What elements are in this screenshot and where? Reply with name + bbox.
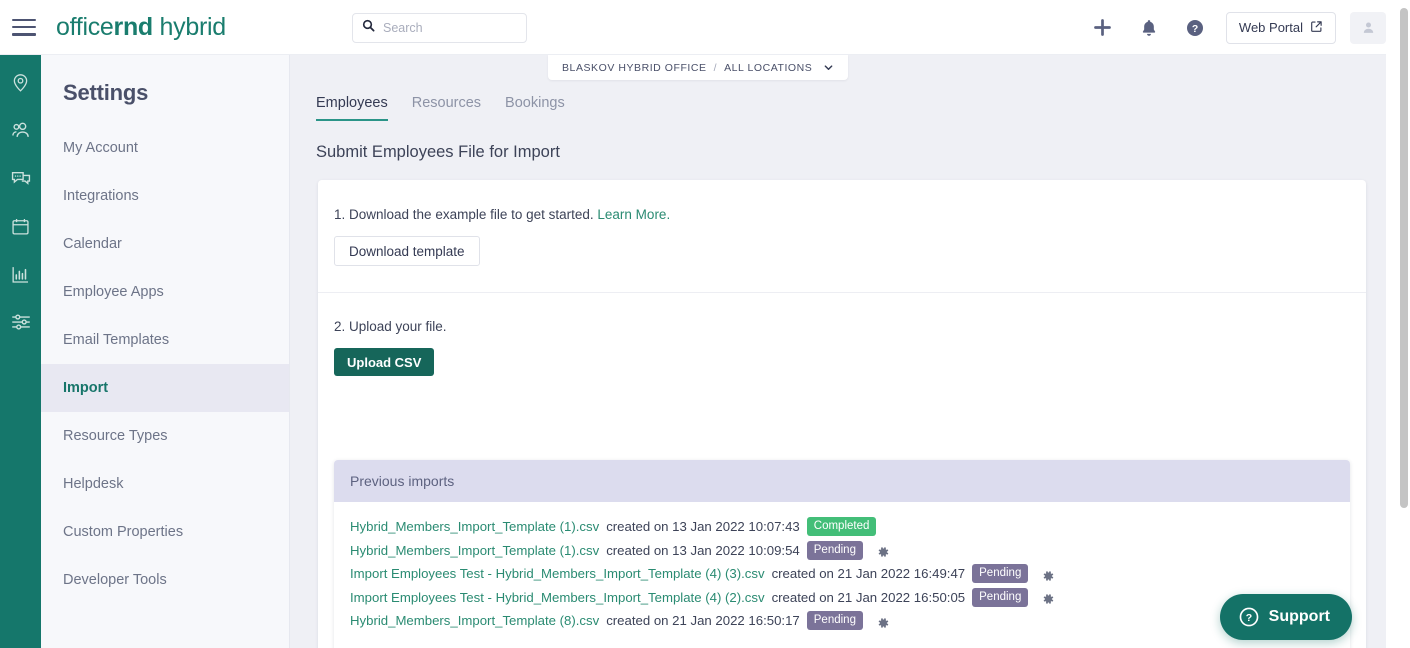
status-badge: Completed — [806, 517, 877, 537]
import-file-link[interactable]: Import Employees Test - Hybrid_Members_I… — [350, 586, 765, 610]
main-content: BLASKOV HYBRID OFFICE / ALL LOCATIONS Em… — [290, 55, 1398, 648]
sidebar-item-import[interactable]: Import — [41, 364, 289, 412]
bell-icon[interactable] — [1126, 0, 1172, 55]
brand-part-rnd: rnd — [113, 12, 154, 41]
gear-icon[interactable] — [1041, 567, 1055, 581]
import-card: 1. Download the example file to get star… — [318, 180, 1366, 648]
chevron-down-icon — [823, 62, 834, 73]
page-title: Submit Employees File for Import — [316, 143, 560, 161]
status-badge: Pending — [806, 611, 863, 631]
sidebar-item-my-account[interactable]: My Account — [41, 124, 289, 172]
import-file-link[interactable]: Import Employees Test - Hybrid_Members_I… — [350, 562, 765, 586]
table-row: Import Employees Test - Hybrid_Members_I… — [350, 562, 1350, 586]
brand-logo[interactable]: officernd hybrid — [56, 13, 226, 42]
step-2-text: 2. Upload your file. — [334, 319, 447, 334]
previous-imports-panel: Previous imports Hybrid_Members_Import_T… — [334, 460, 1350, 648]
settings-sidebar: Settings My Account Integrations Calenda… — [41, 55, 290, 648]
support-label: Support — [1268, 608, 1330, 625]
svg-text:?: ? — [1245, 612, 1251, 624]
location-selector[interactable]: BLASKOV HYBRID OFFICE / ALL LOCATIONS — [548, 55, 849, 80]
top-header: officernd hybrid Search ? Web Portal — [0, 0, 1398, 55]
sidebar-item-resource-types[interactable]: Resource Types — [41, 412, 289, 460]
rail-item-reports[interactable] — [8, 261, 34, 287]
sidebar-item-helpdesk[interactable]: Helpdesk — [41, 460, 289, 508]
step-2-section: 2. Upload your file. Upload CSV — [318, 293, 1366, 402]
sidebar-item-email-templates[interactable]: Email Templates — [41, 316, 289, 364]
page-scrollbar-thumb[interactable] — [1400, 8, 1408, 508]
tab-employees[interactable]: Employees — [316, 95, 388, 121]
step-1-section: 1. Download the example file to get star… — [318, 181, 1366, 293]
search-icon — [362, 19, 375, 37]
search-input[interactable] — [383, 21, 513, 35]
icon-rail — [0, 55, 41, 648]
rail-item-settings[interactable] — [8, 309, 34, 335]
previous-imports-heading: Previous imports — [334, 460, 1350, 502]
sidebar-item-calendar[interactable]: Calendar — [41, 220, 289, 268]
rail-item-community[interactable] — [8, 165, 34, 191]
content-tabs: Employees Resources Bookings — [316, 95, 565, 121]
status-badge: Pending — [972, 587, 1029, 607]
question-circle-icon[interactable]: ? — [1172, 0, 1218, 55]
external-link-icon — [1310, 20, 1323, 36]
hamburger-icon[interactable] — [12, 18, 36, 36]
location-office: BLASKOV HYBRID OFFICE — [562, 61, 707, 74]
brand-part-hybrid: hybrid — [152, 12, 227, 41]
status-badge: Pending — [972, 564, 1029, 584]
gear-icon[interactable] — [876, 614, 890, 628]
import-meta: created on 21 Jan 2022 16:50:17 — [606, 613, 800, 628]
import-meta: created on 13 Jan 2022 10:09:54 — [606, 542, 800, 558]
sidebar-item-custom-properties[interactable]: Custom Properties — [41, 508, 289, 556]
import-meta: created on 21 Jan 2022 16:49:47 — [771, 566, 966, 581]
sidebar-title: Settings — [63, 80, 149, 105]
table-row: Import Employees Test - Hybrid_Members_I… — [350, 586, 1350, 610]
learn-more-link[interactable]: Learn More. — [597, 207, 670, 222]
rail-item-calendar[interactable] — [8, 213, 34, 239]
sidebar-item-developer-tools[interactable]: Developer Tools — [41, 556, 289, 604]
step-1-text-row: 1. Download the example file to get star… — [334, 207, 1366, 222]
download-template-button[interactable]: Download template — [334, 236, 480, 266]
import-file-link[interactable]: Hybrid_Members_Import_Template (1).csv — [350, 539, 599, 563]
tab-resources[interactable]: Resources — [412, 95, 481, 121]
header-actions: ? Web Portal — [1080, 0, 1386, 55]
rail-item-locations[interactable] — [8, 69, 34, 95]
import-file-link[interactable]: Hybrid_Members_Import_Template (8).csv — [350, 609, 599, 633]
rail-item-members[interactable] — [8, 117, 34, 143]
svg-text:?: ? — [1192, 23, 1198, 34]
import-file-link[interactable]: Hybrid_Members_Import_Template (1).csv — [350, 515, 599, 539]
table-row: Hybrid_Members_Import_Template (1).csv c… — [350, 515, 1350, 539]
status-badge: Pending — [806, 540, 863, 560]
web-portal-label: Web Portal — [1238, 20, 1303, 35]
support-button[interactable]: ? Support — [1219, 594, 1352, 640]
import-meta: created on 13 Jan 2022 10:07:43 — [606, 519, 800, 534]
gear-icon[interactable] — [1041, 590, 1055, 604]
user-avatar-icon[interactable] — [1350, 11, 1386, 44]
sidebar-item-integrations[interactable]: Integrations — [41, 172, 289, 220]
location-scope: ALL LOCATIONS — [724, 61, 813, 74]
gear-icon[interactable] — [876, 543, 890, 557]
brand-part-office: office — [56, 12, 114, 41]
step-1-text: 1. Download the example file to get star… — [334, 207, 598, 222]
upload-csv-button[interactable]: Upload CSV — [334, 348, 435, 376]
sidebar-item-employee-apps[interactable]: Employee Apps — [41, 268, 289, 316]
right-gutter — [1386, 0, 1398, 648]
import-meta: created on 21 Jan 2022 16:50:05 — [771, 589, 966, 605]
app-root: officernd hybrid Search ? Web Portal Set… — [0, 0, 1410, 648]
table-row: Hybrid_Members_Import_Template (1).csv c… — [350, 539, 1350, 563]
table-row: Hybrid_Members_Import_Template (8).csv c… — [350, 609, 1350, 633]
tab-bookings[interactable]: Bookings — [505, 95, 565, 121]
web-portal-button[interactable]: Web Portal — [1225, 11, 1336, 44]
plus-icon[interactable] — [1080, 0, 1126, 55]
location-separator: / — [713, 61, 718, 74]
question-circle-icon: ? — [1238, 606, 1260, 628]
previous-imports-list: Hybrid_Members_Import_Template (1).csv c… — [334, 502, 1350, 648]
search-box[interactable] — [352, 13, 527, 43]
